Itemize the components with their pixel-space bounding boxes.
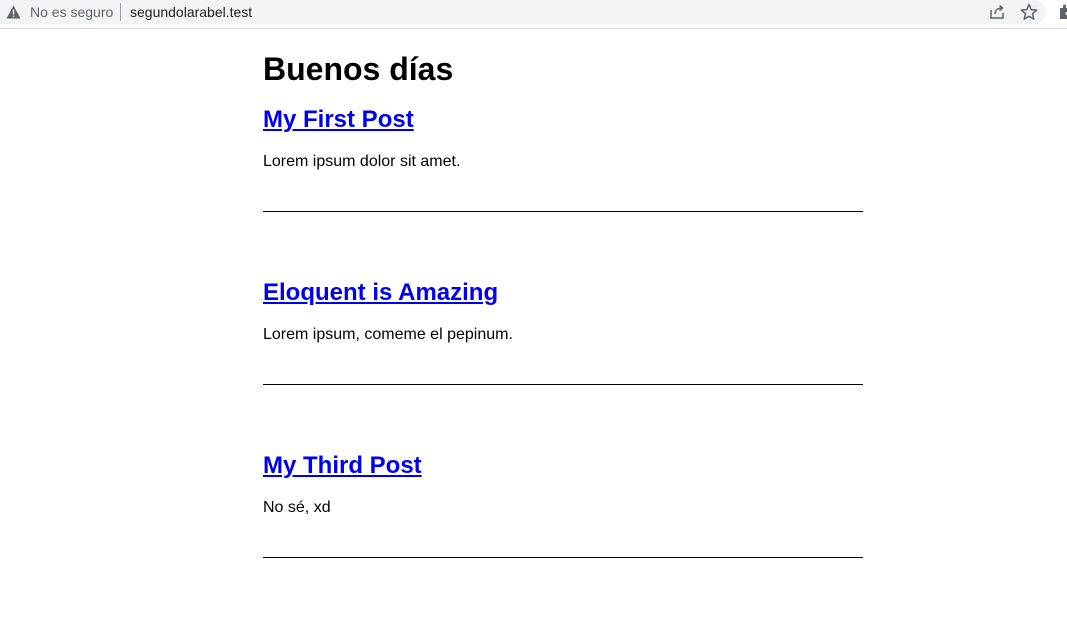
address-separator: [120, 3, 121, 21]
bookmark-star-icon[interactable]: [1020, 3, 1038, 21]
url-text[interactable]: segundolarabel.test: [130, 4, 252, 20]
post-item: My Third Post No sé, xd: [263, 452, 863, 558]
extensions-puzzle-icon[interactable]: [1058, 3, 1067, 21]
post-title: My Third Post: [263, 452, 863, 480]
post-title-link[interactable]: Eloquent is Amazing: [263, 279, 498, 306]
post-title: My First Post: [263, 106, 863, 134]
post-excerpt: No sé, xd: [263, 499, 331, 516]
post-divider: [263, 557, 863, 558]
post-title: Eloquent is Amazing: [263, 279, 863, 307]
post-item: My First Post Lorem ipsum dolor sit amet…: [263, 106, 863, 212]
warning-icon[interactable]: [6, 5, 21, 19]
page-title: Buenos días: [263, 51, 454, 87]
post-divider: [263, 384, 863, 385]
post-excerpt: Lorem ipsum dolor sit amet.: [263, 153, 461, 170]
post-title-link[interactable]: My Third Post: [263, 452, 422, 479]
post-excerpt: Lorem ipsum, comeme el pepinum.: [263, 326, 513, 343]
main-content: Buenos días My First Post Lorem ipsum do…: [263, 30, 863, 558]
post-title-link[interactable]: My First Post: [263, 106, 414, 133]
share-icon[interactable]: [988, 3, 1006, 21]
post-divider: [263, 211, 863, 212]
security-status-label[interactable]: No es seguro: [30, 4, 113, 20]
address-bar[interactable]: No es seguro segundolarabel.test: [0, 0, 1046, 24]
post-item: Eloquent is Amazing Lorem ipsum, comeme …: [263, 279, 863, 385]
browser-toolbar: No es seguro segundolarabel.test: [0, 0, 1067, 29]
